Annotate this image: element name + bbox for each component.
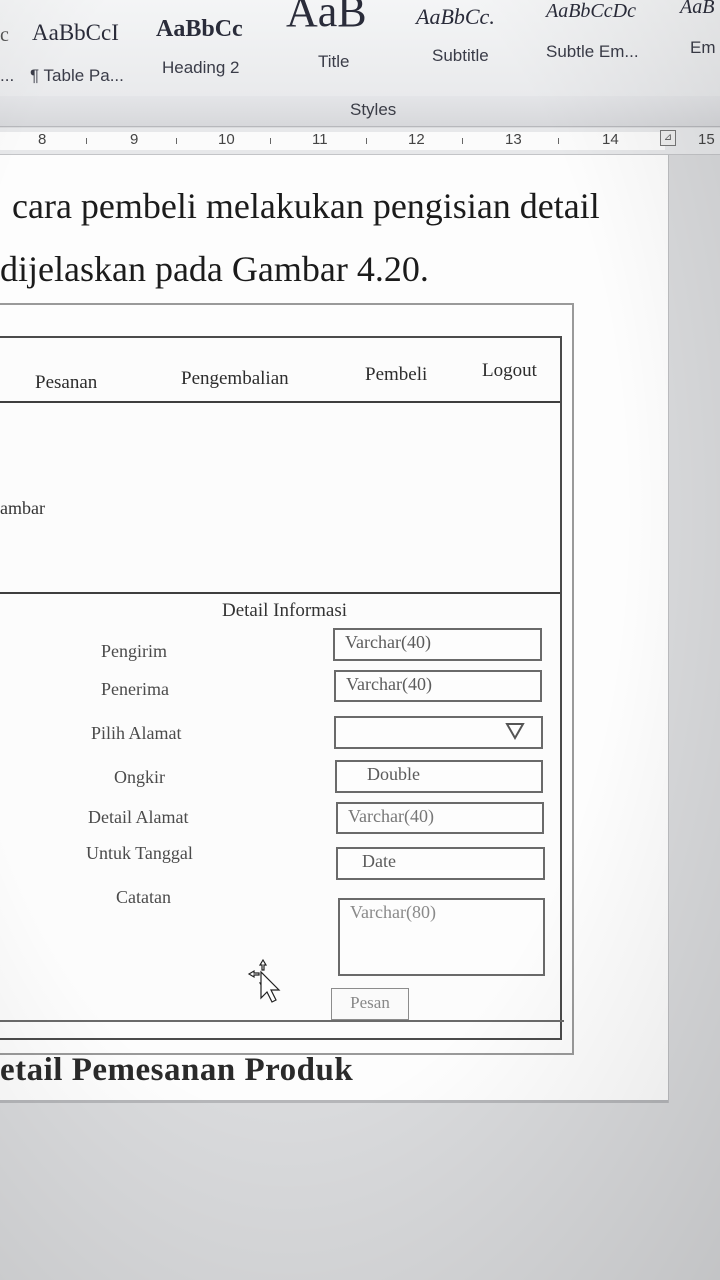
style-partial-left: c: [0, 24, 9, 46]
field-value: Varchar(40): [348, 806, 434, 826]
style-sample: AaB: [286, 0, 367, 36]
style-sample: AaBbCc.: [416, 4, 495, 29]
body-text-line: cara pembeli melakukan pengisian detail: [12, 186, 600, 226]
ruler-number: 12: [408, 131, 425, 148]
style-sample: AaBbCc: [156, 16, 243, 42]
mockup-nav-divider: [0, 401, 560, 403]
style-sample: AaB: [680, 0, 715, 18]
ruler-number: 9: [130, 131, 139, 148]
style-name: ...: [0, 66, 19, 85]
section-title: Detail Informasi: [222, 600, 348, 621]
mockup-bottom-divider: [0, 1020, 564, 1022]
styles-group-bar: Styles: [0, 96, 720, 127]
image-placeholder-label: ambar: [0, 498, 45, 518]
field-label-ongkir: Ongkir: [114, 767, 165, 787]
style-name: Title: [318, 52, 350, 71]
ruler-number: 15: [698, 131, 715, 148]
ruler-number: 13: [505, 131, 522, 148]
styles-group-label: Styles: [350, 100, 397, 119]
figure-caption: etail Pemesanan Produk: [0, 1052, 354, 1088]
detail-alamat-field: Varchar(40): [336, 802, 544, 834]
page-bottom-edge: [0, 1100, 668, 1103]
ruler-tick: [558, 138, 559, 144]
field-label-untuk-tanggal: Untuk Tanggal: [86, 843, 193, 863]
body-text-line: dijelaskan pada Gambar 4.20.: [0, 249, 429, 289]
field-label-penerima: Penerima: [101, 679, 169, 699]
style-sample: AaBbCcI: [32, 20, 119, 45]
nav-item-pengembalian: Pengembalian: [181, 368, 289, 389]
style-name: Subtle Em...: [546, 42, 639, 61]
pilih-alamat-dropdown: [334, 716, 543, 749]
style-name: ¶ Table Pa...: [30, 66, 124, 85]
field-value: Date: [362, 851, 396, 871]
ruler-number: 11: [312, 131, 328, 148]
ruler-active-area: [0, 132, 665, 150]
nav-item-pembeli: Pembeli: [365, 364, 428, 385]
field-label-pilih-alamat: Pilih Alamat: [91, 723, 182, 743]
field-label-catatan: Catatan: [116, 887, 171, 907]
style-name: Em: [690, 38, 716, 57]
field-value: Double: [367, 764, 420, 784]
mockup-section-divider: [0, 592, 560, 594]
ruler-tick: [270, 138, 271, 144]
nav-item-pesanan: Pesanan: [35, 372, 98, 393]
triangle-down-icon: [505, 723, 525, 740]
ruler-number: 14: [602, 131, 619, 148]
horizontal-ruler[interactable]: 8 9 10 11 12 13 14 15 ⊿: [0, 128, 720, 155]
ruler-number: 10: [218, 131, 235, 148]
field-value: Varchar(80): [350, 902, 436, 922]
catatan-textarea: Varchar(80): [338, 898, 545, 976]
ruler-tick: [462, 138, 463, 144]
ruler-tick: [86, 138, 87, 144]
untuk-tanggal-field: Date: [336, 847, 545, 880]
field-label-detail-alamat: Detail Alamat: [88, 807, 189, 827]
right-indent-marker[interactable]: ⊿: [660, 130, 676, 146]
nav-item-logout: Logout: [482, 360, 537, 381]
field-label-pengirim: Pengirim: [101, 641, 167, 661]
ruler-number: 8: [38, 131, 47, 148]
move-cursor-icon: [247, 958, 281, 1003]
pesan-button: Pesan: [331, 988, 409, 1020]
style-sample: AaBbCcDc: [546, 0, 636, 22]
style-name: Heading 2: [162, 58, 240, 77]
pengirim-field: Varchar(40): [333, 628, 542, 661]
field-value: Varchar(40): [346, 674, 432, 694]
penerima-field: Varchar(40): [334, 670, 542, 702]
ruler-tick: [176, 138, 177, 144]
ruler-tick: [366, 138, 367, 144]
ribbon-styles-gallery: c AaBbCcI ... ¶ Table Pa... AaBbCc Headi…: [0, 0, 720, 97]
ongkir-field: Double: [335, 760, 543, 793]
field-value: Varchar(40): [345, 632, 431, 652]
style-name: Subtitle: [432, 46, 489, 65]
